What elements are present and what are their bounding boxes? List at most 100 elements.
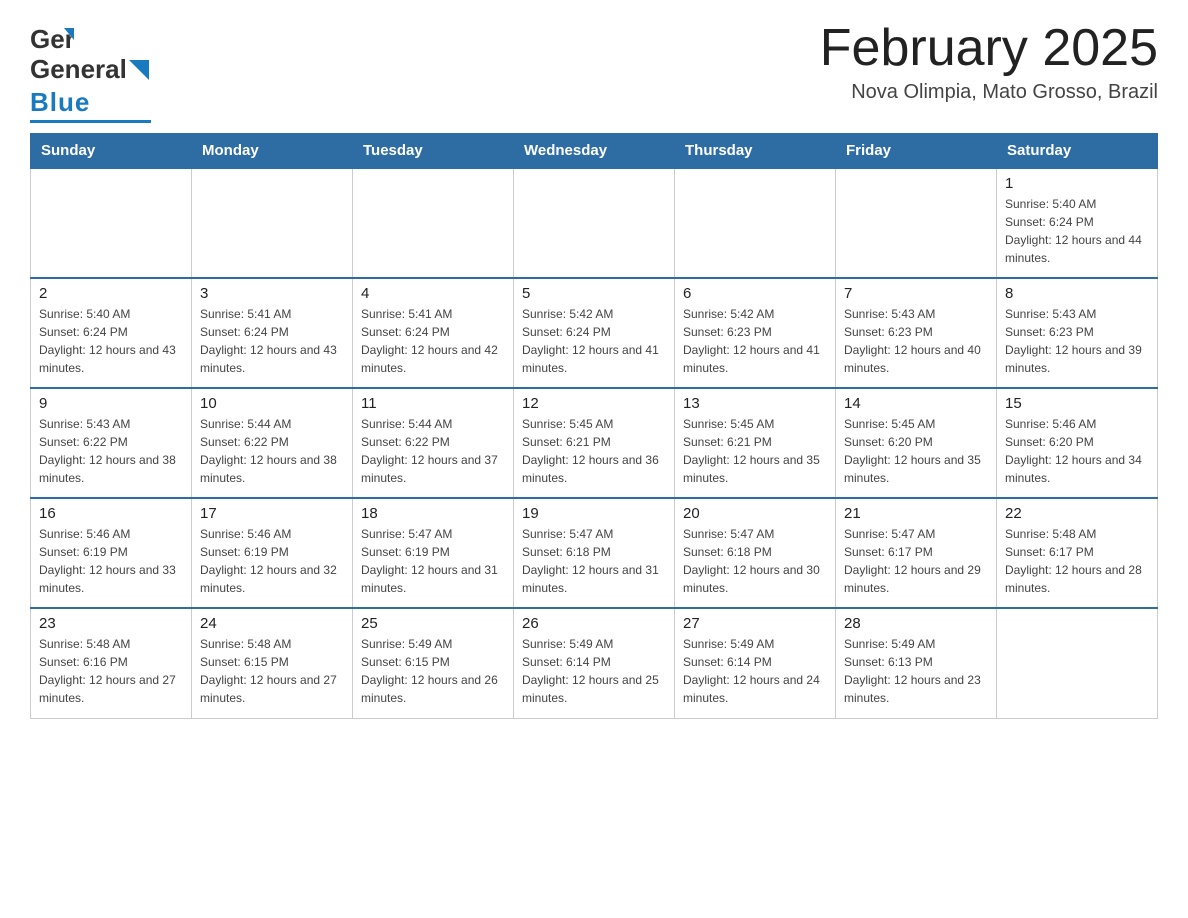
day-info: Sunrise: 5:45 AMSunset: 6:20 PMDaylight:… bbox=[844, 415, 988, 487]
calendar-cell: 22 Sunrise: 5:48 AMSunset: 6:17 PMDayligh… bbox=[997, 498, 1158, 608]
day-info: Sunrise: 5:49 AMSunset: 6:13 PMDaylight:… bbox=[844, 635, 988, 707]
day-number: 1 bbox=[1005, 175, 1149, 192]
calendar-cell: 20 Sunrise: 5:47 AMSunset: 6:18 PMDayligh… bbox=[675, 498, 836, 608]
day-number: 13 bbox=[683, 395, 827, 412]
calendar-cell: 26 Sunrise: 5:49 AMSunset: 6:14 PMDayligh… bbox=[514, 608, 675, 718]
calendar-cell: 9Sunrise: 5:43 AMSunset: 6:22 PMDaylight… bbox=[31, 388, 192, 498]
day-number: 3 bbox=[200, 285, 344, 302]
calendar-header-sunday: Sunday bbox=[31, 134, 192, 169]
day-number: 16 bbox=[39, 505, 183, 522]
day-number: 15 bbox=[1005, 395, 1149, 412]
day-info: Sunrise: 5:42 AMSunset: 6:24 PMDaylight:… bbox=[522, 305, 666, 377]
day-number: 23 bbox=[39, 615, 183, 632]
day-info: Sunrise: 5:43 AMSunset: 6:23 PMDaylight:… bbox=[1005, 305, 1149, 377]
day-info: Sunrise: 5:41 AMSunset: 6:24 PMDaylight:… bbox=[361, 305, 505, 377]
calendar-header-monday: Monday bbox=[192, 134, 353, 169]
calendar-cell: 17 Sunrise: 5:46 AMSunset: 6:19 PMDayligh… bbox=[192, 498, 353, 608]
calendar-cell: 10 Sunrise: 5:44 AMSunset: 6:22 PMDayligh… bbox=[192, 388, 353, 498]
day-number: 17 bbox=[200, 505, 344, 522]
calendar-cell bbox=[514, 168, 675, 278]
calendar-cell: 13 Sunrise: 5:45 AMSunset: 6:21 PMDayligh… bbox=[675, 388, 836, 498]
logo-triangle-icon bbox=[129, 60, 149, 80]
day-number: 5 bbox=[522, 285, 666, 302]
day-number: 7 bbox=[844, 285, 988, 302]
calendar-cell: 16Sunrise: 5:46 AMSunset: 6:19 PMDayligh… bbox=[31, 498, 192, 608]
day-info: Sunrise: 5:43 AMSunset: 6:23 PMDaylight:… bbox=[844, 305, 988, 377]
title-area: February 2025 Nova Olimpia, Mato Grosso,… bbox=[820, 20, 1158, 104]
calendar-cell: 19Sunrise: 5:47 AMSunset: 6:18 PMDayligh… bbox=[514, 498, 675, 608]
day-info: Sunrise: 5:49 AMSunset: 6:15 PMDaylight:… bbox=[361, 635, 505, 707]
calendar-cell: 24Sunrise: 5:48 AMSunset: 6:15 PMDayligh… bbox=[192, 608, 353, 718]
calendar-week-row: 23 Sunrise: 5:48 AMSunset: 6:16 PMDayligh… bbox=[31, 608, 1158, 718]
day-number: 27 bbox=[683, 615, 827, 632]
calendar-header-thursday: Thursday bbox=[675, 134, 836, 169]
calendar-cell: 8Sunrise: 5:43 AMSunset: 6:23 PMDaylight… bbox=[997, 278, 1158, 388]
day-number: 25 bbox=[361, 615, 505, 632]
header: General General Blue February 2025 Nova … bbox=[30, 20, 1158, 123]
calendar-cell: 14 Sunrise: 5:45 AMSunset: 6:20 PMDayligh… bbox=[836, 388, 997, 498]
calendar-cell: 1 Sunrise: 5:40 AMSunset: 6:24 PMDaylight… bbox=[997, 168, 1158, 278]
calendar-cell: 27 Sunrise: 5:49 AMSunset: 6:14 PMDayligh… bbox=[675, 608, 836, 718]
month-title: February 2025 bbox=[820, 20, 1158, 77]
day-number: 9 bbox=[39, 395, 183, 412]
day-info: Sunrise: 5:47 AMSunset: 6:18 PMDaylight:… bbox=[522, 525, 666, 597]
calendar-header-saturday: Saturday bbox=[997, 134, 1158, 169]
calendar-header-row: SundayMondayTuesdayWednesdayThursdayFrid… bbox=[31, 134, 1158, 169]
day-number: 2 bbox=[39, 285, 183, 302]
day-info: Sunrise: 5:44 AMSunset: 6:22 PMDaylight:… bbox=[361, 415, 505, 487]
calendar-header-friday: Friday bbox=[836, 134, 997, 169]
day-number: 12 bbox=[522, 395, 666, 412]
day-info: Sunrise: 5:46 AMSunset: 6:20 PMDaylight:… bbox=[1005, 415, 1149, 487]
calendar-cell: 18 Sunrise: 5:47 AMSunset: 6:19 PMDayligh… bbox=[353, 498, 514, 608]
day-info: Sunrise: 5:49 AMSunset: 6:14 PMDaylight:… bbox=[683, 635, 827, 707]
calendar-cell bbox=[675, 168, 836, 278]
logo-general-text: General bbox=[30, 54, 127, 85]
calendar-cell bbox=[353, 168, 514, 278]
day-info: Sunrise: 5:47 AMSunset: 6:18 PMDaylight:… bbox=[683, 525, 827, 597]
calendar-cell: 11 Sunrise: 5:44 AMSunset: 6:22 PMDayligh… bbox=[353, 388, 514, 498]
day-number: 14 bbox=[844, 395, 988, 412]
calendar-table: SundayMondayTuesdayWednesdayThursdayFrid… bbox=[30, 133, 1158, 719]
day-info: Sunrise: 5:46 AMSunset: 6:19 PMDaylight:… bbox=[200, 525, 344, 597]
calendar-cell: 7 Sunrise: 5:43 AMSunset: 6:23 PMDaylight… bbox=[836, 278, 997, 388]
day-number: 10 bbox=[200, 395, 344, 412]
calendar-cell: 2 Sunrise: 5:40 AMSunset: 6:24 PMDaylight… bbox=[31, 278, 192, 388]
calendar-header-tuesday: Tuesday bbox=[353, 134, 514, 169]
day-info: Sunrise: 5:48 AMSunset: 6:16 PMDaylight:… bbox=[39, 635, 183, 707]
day-info: Sunrise: 5:47 AMSunset: 6:17 PMDaylight:… bbox=[844, 525, 988, 597]
calendar-cell: 6 Sunrise: 5:42 AMSunset: 6:23 PMDaylight… bbox=[675, 278, 836, 388]
day-info: Sunrise: 5:40 AMSunset: 6:24 PMDaylight:… bbox=[1005, 195, 1149, 267]
calendar-cell: 4 Sunrise: 5:41 AMSunset: 6:24 PMDaylight… bbox=[353, 278, 514, 388]
calendar-cell bbox=[31, 168, 192, 278]
day-number: 22 bbox=[1005, 505, 1149, 522]
day-number: 18 bbox=[361, 505, 505, 522]
calendar-cell: 5 Sunrise: 5:42 AMSunset: 6:24 PMDaylight… bbox=[514, 278, 675, 388]
calendar-header-wednesday: Wednesday bbox=[514, 134, 675, 169]
calendar-cell bbox=[997, 608, 1158, 718]
logo-blue-text: Blue bbox=[30, 87, 90, 118]
day-info: Sunrise: 5:44 AMSunset: 6:22 PMDaylight:… bbox=[200, 415, 344, 487]
day-info: Sunrise: 5:45 AMSunset: 6:21 PMDaylight:… bbox=[522, 415, 666, 487]
calendar-cell: 12 Sunrise: 5:45 AMSunset: 6:21 PMDayligh… bbox=[514, 388, 675, 498]
calendar-cell: 25 Sunrise: 5:49 AMSunset: 6:15 PMDayligh… bbox=[353, 608, 514, 718]
day-info: Sunrise: 5:41 AMSunset: 6:24 PMDaylight:… bbox=[200, 305, 344, 377]
calendar-cell: 23 Sunrise: 5:48 AMSunset: 6:16 PMDayligh… bbox=[31, 608, 192, 718]
day-info: Sunrise: 5:45 AMSunset: 6:21 PMDaylight:… bbox=[683, 415, 827, 487]
day-number: 6 bbox=[683, 285, 827, 302]
day-number: 24 bbox=[200, 615, 344, 632]
day-number: 11 bbox=[361, 395, 505, 412]
calendar-week-row: 9Sunrise: 5:43 AMSunset: 6:22 PMDaylight… bbox=[31, 388, 1158, 498]
day-number: 28 bbox=[844, 615, 988, 632]
calendar-cell bbox=[192, 168, 353, 278]
day-info: Sunrise: 5:47 AMSunset: 6:19 PMDaylight:… bbox=[361, 525, 505, 597]
calendar-cell: 15 Sunrise: 5:46 AMSunset: 6:20 PMDayligh… bbox=[997, 388, 1158, 498]
day-info: Sunrise: 5:48 AMSunset: 6:17 PMDaylight:… bbox=[1005, 525, 1149, 597]
day-info: Sunrise: 5:49 AMSunset: 6:14 PMDaylight:… bbox=[522, 635, 666, 707]
day-info: Sunrise: 5:42 AMSunset: 6:23 PMDaylight:… bbox=[683, 305, 827, 377]
logo-area: General General Blue bbox=[30, 20, 151, 123]
day-number: 21 bbox=[844, 505, 988, 522]
day-info: Sunrise: 5:40 AMSunset: 6:24 PMDaylight:… bbox=[39, 305, 183, 377]
day-number: 20 bbox=[683, 505, 827, 522]
day-number: 26 bbox=[522, 615, 666, 632]
day-number: 4 bbox=[361, 285, 505, 302]
